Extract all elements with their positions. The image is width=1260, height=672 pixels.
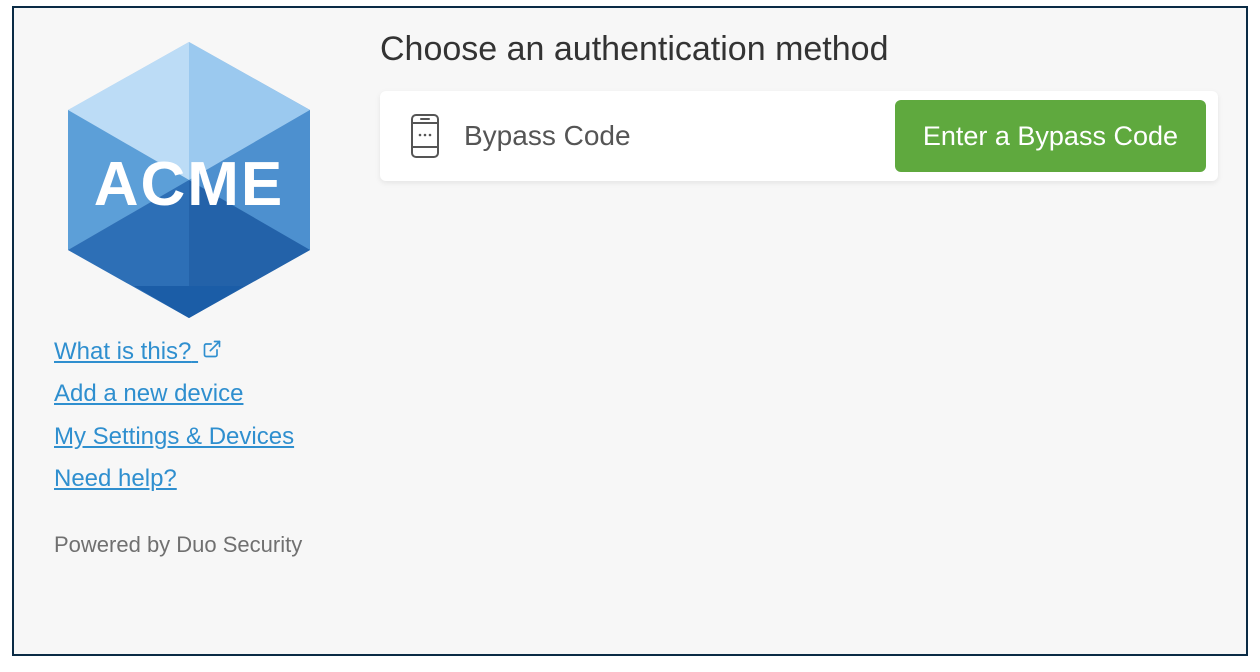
auth-prompt-frame: ACME What is this? Add a new device My (12, 6, 1248, 656)
need-help-link[interactable]: Need help? (54, 463, 177, 495)
my-settings-devices-link[interactable]: My Settings & Devices (54, 421, 294, 453)
brand-logo: ACME (54, 30, 324, 330)
auth-method-label: Bypass Code (464, 120, 873, 152)
sidebar: ACME What is this? Add a new device My (54, 30, 344, 558)
brand-logo-text: ACME (94, 150, 285, 219)
enter-bypass-code-button[interactable]: Enter a Bypass Code (895, 100, 1206, 172)
add-new-device-link[interactable]: Add a new device (54, 378, 243, 410)
phone-passcode-icon (408, 113, 442, 159)
page-heading: Choose an authentication method (380, 30, 1218, 69)
what-is-this-link[interactable]: What is this? (54, 336, 222, 368)
main-content: Choose an authentication method Bypass C… (344, 30, 1218, 181)
powered-by-text: Powered by Duo Security (54, 532, 344, 558)
hexagon-logo-icon: ACME (54, 30, 324, 330)
auth-method-row: Bypass Code Enter a Bypass Code (380, 91, 1218, 181)
link-label: What is this? (54, 338, 191, 365)
external-link-icon (202, 336, 222, 368)
sidebar-links: What is this? Add a new device My Settin… (54, 336, 344, 496)
